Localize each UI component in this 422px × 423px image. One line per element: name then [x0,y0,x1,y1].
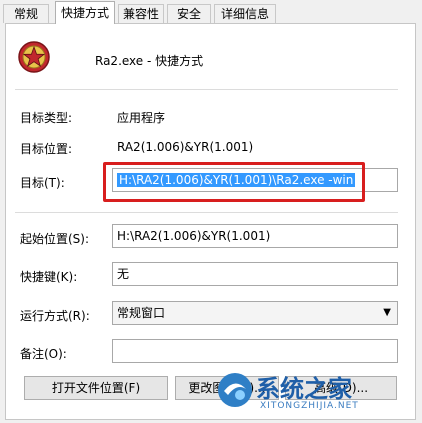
run-select[interactable]: 常规窗口 ▼ [112,301,398,325]
target-type-value: 应用程序 [117,111,166,125]
watermark: 系统之家 XITONGZHIJIA.NET [216,369,416,419]
separator [15,212,398,213]
annotation-red-box [103,162,365,202]
watermark-brand: 系统之家 [256,374,352,403]
chevron-down-icon: ▼ [383,307,391,318]
shortcut-title: Ra2.exe - 快捷方式 [95,54,204,68]
tab-bar: 常规 快捷方式 兼容性 安全 详细信息 [0,0,422,24]
target-type-label: 目标类型: [20,111,73,125]
tab-shortcut[interactable]: 快捷方式 [55,1,115,24]
tab-general[interactable]: 常规 [3,4,49,23]
watermark-logo-icon [218,373,252,407]
shortcut-key-input[interactable]: 无 [112,262,398,286]
watermark-url: XITONGZHIJIA.NET [260,401,359,411]
start-in-label: 起始位置(S): [20,232,90,246]
open-file-location-button[interactable]: 打开文件位置(F) [24,376,168,400]
tab-security[interactable]: 安全 [167,4,211,23]
target-label: 目标(T): [20,176,65,190]
run-select-value: 常规窗口 [117,306,166,320]
tab-compatibility[interactable]: 兼容性 [118,4,164,23]
tab-details[interactable]: 详细信息 [214,4,276,23]
start-in-input[interactable]: H:\RA2(1.006)&YR(1.001) [112,224,398,248]
shortcut-key-label: 快捷键(K): [20,270,78,284]
red-star-app-icon [17,40,51,74]
separator [15,89,398,90]
comment-input[interactable] [112,339,398,363]
comment-label: 备注(O): [20,347,67,361]
run-label: 运行方式(R): [20,309,90,323]
target-location-value: RA2(1.006)&YR(1.001) [117,140,254,154]
target-location-label: 目标位置: [20,142,73,156]
